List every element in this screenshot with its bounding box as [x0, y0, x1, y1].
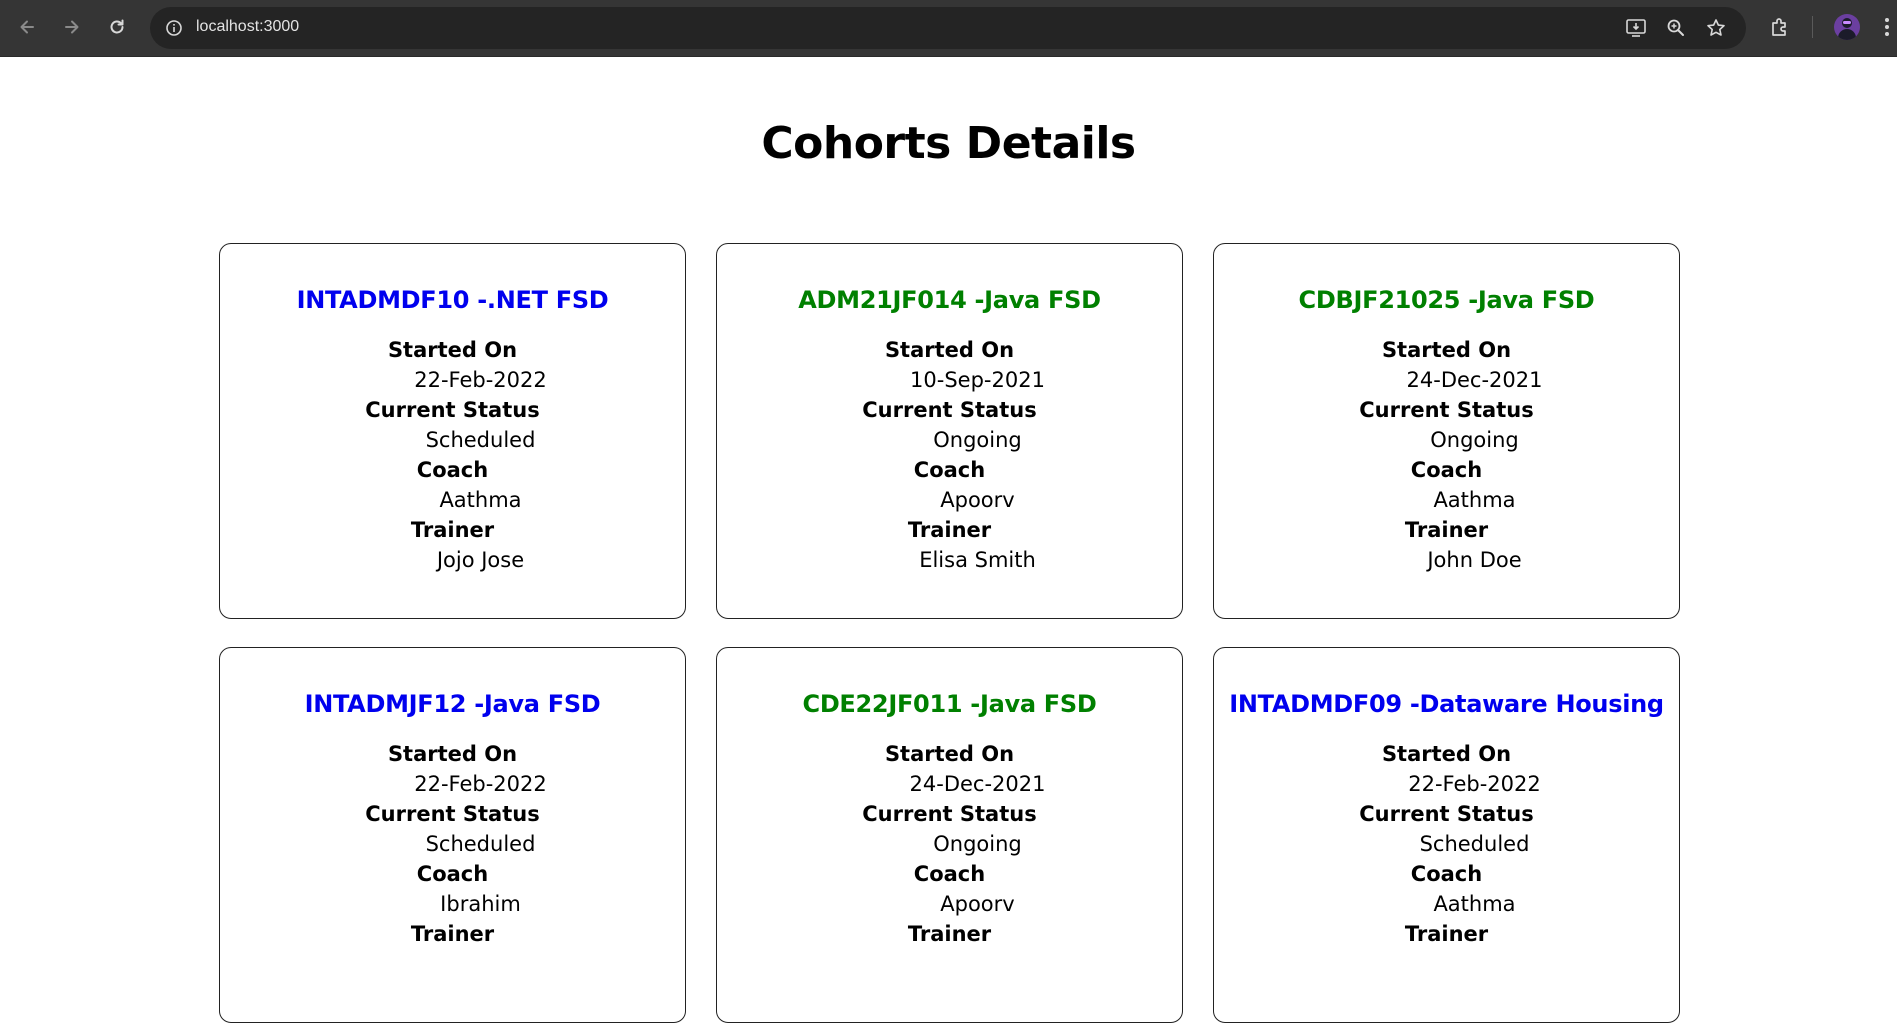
coach-label: Coach	[913, 862, 986, 886]
cohort-title: CDBJF21025 -Java FSD	[1298, 286, 1595, 314]
coach-value: Aathma	[1433, 892, 1516, 916]
browser-toolbar: localhost:3000	[0, 0, 1897, 56]
install-app-icon[interactable]	[1624, 16, 1648, 40]
started-on-label: Started On	[387, 742, 518, 766]
trainer-label: Trainer	[1404, 922, 1489, 946]
bookmark-star-icon[interactable]	[1704, 16, 1728, 40]
address-bar[interactable]: localhost:3000	[150, 7, 1746, 49]
url-text[interactable]: localhost:3000	[196, 18, 299, 36]
forward-arrow-icon	[65, 20, 79, 34]
coach-value: Ibrahim	[440, 892, 521, 916]
trainer-value: John Doe	[1427, 548, 1522, 572]
current-status-value: Scheduled	[425, 832, 536, 856]
coach-value: Apoorv	[940, 892, 1015, 916]
coach-label: Coach	[913, 458, 986, 482]
cohort-card: INTADMDF09 -Dataware Housing Started On …	[1213, 647, 1680, 1023]
cohort-title: INTADMJF12 -Java FSD	[304, 690, 601, 718]
trainer-label: Trainer	[907, 518, 992, 542]
trainer-label: Trainer	[410, 518, 495, 542]
current-status-label: Current Status	[365, 802, 540, 826]
site-info-icon[interactable]	[162, 16, 186, 40]
page-title: Cohorts Details	[761, 118, 1136, 169]
forward-button[interactable]	[55, 10, 89, 44]
cohort-title: INTADMDF10 -.NET FSD	[296, 286, 609, 314]
zoom-icon[interactable]	[1664, 16, 1688, 40]
started-on-label: Started On	[884, 742, 1015, 766]
current-status-value: Ongoing	[1430, 428, 1519, 452]
coach-label: Coach	[416, 862, 489, 886]
current-status-value: Ongoing	[933, 832, 1022, 856]
current-status-label: Current Status	[365, 398, 540, 422]
started-on-value: 24-Dec-2021	[909, 772, 1046, 796]
current-status-label: Current Status	[1359, 802, 1534, 826]
cohort-card: INTADMJF12 -Java FSD Started On 22-Feb-2…	[219, 647, 686, 1023]
started-on-value: 10-Sep-2021	[910, 368, 1045, 392]
trainer-value: Elisa Smith	[919, 548, 1036, 572]
coach-value: Aathma	[439, 488, 522, 512]
trainer-label: Trainer	[1404, 518, 1489, 542]
started-on-value: 22-Feb-2022	[414, 368, 547, 392]
profile-avatar[interactable]	[1834, 14, 1860, 40]
started-on-label: Started On	[1381, 338, 1512, 362]
more-menu-icon[interactable]	[1880, 13, 1894, 41]
coach-label: Coach	[1410, 458, 1483, 482]
cohort-card: ADM21JF014 -Java FSD Started On 10-Sep-2…	[716, 243, 1183, 619]
coach-label: Coach	[416, 458, 489, 482]
extensions-puzzle-icon[interactable]	[1766, 13, 1794, 41]
started-on-value: 24-Dec-2021	[1406, 368, 1543, 392]
cohort-title: ADM21JF014 -Java FSD	[798, 286, 1101, 314]
started-on-value: 22-Feb-2022	[414, 772, 547, 796]
started-on-label: Started On	[1381, 742, 1512, 766]
reload-icon	[110, 19, 124, 34]
current-status-value: Ongoing	[933, 428, 1022, 452]
trainer-label: Trainer	[907, 922, 992, 946]
current-status-value: Scheduled	[1419, 832, 1530, 856]
started-on-label: Started On	[387, 338, 518, 362]
cohort-title: INTADMDF09 -Dataware Housing	[1229, 690, 1664, 718]
started-on-label: Started On	[884, 338, 1015, 362]
trainer-label: Trainer	[410, 922, 495, 946]
current-status-label: Current Status	[1359, 398, 1534, 422]
current-status-value: Scheduled	[425, 428, 536, 452]
current-status-label: Current Status	[862, 802, 1037, 826]
cohort-card: CDE22JF011 -Java FSD Started On 24-Dec-2…	[716, 647, 1183, 1023]
coach-label: Coach	[1410, 862, 1483, 886]
trainer-value: Jojo Jose	[436, 548, 525, 572]
current-status-label: Current Status	[862, 398, 1037, 422]
started-on-value: 22-Feb-2022	[1408, 772, 1541, 796]
cohort-card: CDBJF21025 -Java FSD Started On 24-Dec-2…	[1213, 243, 1680, 619]
cohort-title: CDE22JF011 -Java FSD	[802, 690, 1097, 718]
coach-value: Aathma	[1433, 488, 1516, 512]
back-button[interactable]	[10, 10, 44, 44]
coach-value: Apoorv	[940, 488, 1015, 512]
toolbar-divider	[1812, 16, 1813, 38]
reload-button[interactable]	[100, 10, 134, 44]
back-arrow-icon	[20, 20, 34, 34]
cohort-card: INTADMDF10 -.NET FSD Started On 22-Feb-2…	[219, 243, 686, 619]
